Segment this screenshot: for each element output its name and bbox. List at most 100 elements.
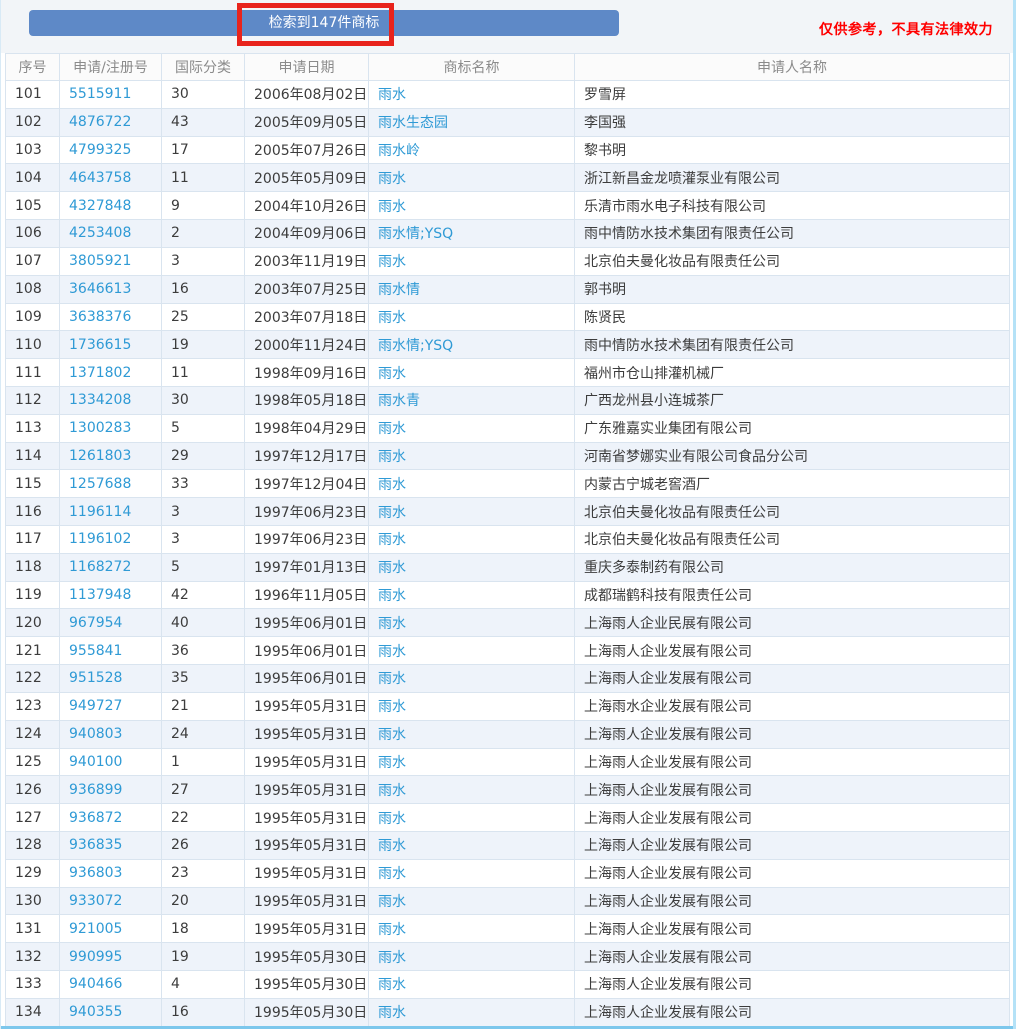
registration-number-link[interactable]: 940355 xyxy=(69,1004,122,1020)
trademark-name-link[interactable]: 雨水 xyxy=(378,755,406,771)
trademark-name-link[interactable]: 雨水 xyxy=(378,588,406,604)
search-result-count-button[interactable]: 检索到147件商标 xyxy=(29,10,619,36)
trademark-name-link[interactable]: 雨水 xyxy=(378,1005,406,1021)
applicant-name-cell: 上海雨人企业发展有限公司 xyxy=(574,636,1010,666)
trademark-name-link[interactable]: 雨水 xyxy=(378,811,406,827)
serial-cell: 123 xyxy=(5,691,60,721)
trademark-name-link[interactable]: 雨水 xyxy=(378,699,406,715)
serial-cell: 102 xyxy=(5,107,60,137)
trademark-name-link[interactable]: 雨水 xyxy=(378,838,406,854)
serial-cell: 120 xyxy=(5,608,60,638)
applicant-name-cell: 上海雨水企业发展有限公司 xyxy=(574,691,1010,721)
serial-cell: 119 xyxy=(5,580,60,610)
serial-cell: 121 xyxy=(5,636,60,666)
table-row: 121 955841 36 1995年06月01日 雨水 上海雨人企业发展有限公司 xyxy=(5,636,1010,666)
trademark-name-link[interactable]: 雨水 xyxy=(378,922,406,938)
trademark-name-link[interactable]: 雨水 xyxy=(378,727,406,743)
registration-number-link[interactable]: 940466 xyxy=(69,976,122,992)
table-row: 110 1736615 19 2000年11月24日 雨水情;YSQ 雨中情防水技术集团有… xyxy=(5,330,1010,360)
registration-number-link[interactable]: 1168272 xyxy=(69,559,131,575)
application-date-cell: 1995年05月31日 xyxy=(244,914,369,944)
registration-number-link[interactable]: 3805921 xyxy=(69,253,131,269)
trademark-name-link-cell: 雨水 xyxy=(368,914,575,944)
trademark-name-link[interactable]: 雨水 xyxy=(378,421,406,437)
registration-number-link[interactable]: 1371802 xyxy=(69,365,131,381)
trademark-name-link[interactable]: 雨水岭 xyxy=(378,143,420,159)
trademark-name-link[interactable]: 雨水 xyxy=(378,254,406,270)
trademark-name-link[interactable]: 雨水 xyxy=(378,310,406,326)
trademark-name-link[interactable]: 雨水 xyxy=(378,616,406,632)
applicant-name-cell: 陈贤民 xyxy=(574,302,1010,332)
registration-number-link[interactable]: 1196114 xyxy=(69,504,131,520)
intl-class-cell: 20 xyxy=(161,886,245,916)
application-date-cell: 2005年09月05日 xyxy=(244,107,369,137)
registration-number-link-cell: 1736615 xyxy=(59,330,162,360)
registration-number-link[interactable]: 990995 xyxy=(69,949,122,965)
registration-number-link[interactable]: 940803 xyxy=(69,726,122,742)
registration-number-link[interactable]: 1300283 xyxy=(69,420,131,436)
trademark-name-link-cell: 雨水 xyxy=(368,413,575,443)
registration-number-link[interactable]: 936872 xyxy=(69,810,122,826)
table-row: 130 933072 20 1995年05月31日 雨水 上海雨人企业发展有限公司 xyxy=(5,886,1010,916)
registration-number-link[interactable]: 940100 xyxy=(69,754,122,770)
trademark-name-link[interactable]: 雨水 xyxy=(378,894,406,910)
applicant-name-cell: 福州市仓山排灌机械厂 xyxy=(574,358,1010,387)
registration-number-link[interactable]: 1736615 xyxy=(69,337,131,353)
trademark-name-link[interactable]: 雨水 xyxy=(378,366,406,382)
registration-number-link[interactable]: 1261803 xyxy=(69,448,131,464)
registration-number-link[interactable]: 4253408 xyxy=(69,225,131,241)
intl-class-cell: 16 xyxy=(161,997,245,1027)
registration-number-link[interactable]: 1196102 xyxy=(69,531,131,547)
registration-number-link[interactable]: 955841 xyxy=(69,643,122,659)
trademark-name-link[interactable]: 雨水 xyxy=(378,783,406,799)
registration-number-link[interactable]: 4643758 xyxy=(69,170,131,186)
registration-number-link[interactable]: 967954 xyxy=(69,615,122,631)
registration-number-link[interactable]: 1137948 xyxy=(69,587,131,603)
intl-class-cell: 16 xyxy=(161,274,245,304)
registration-number-link-cell: 951528 xyxy=(59,664,162,693)
registration-number-link[interactable]: 951528 xyxy=(69,670,122,686)
trademark-name-link[interactable]: 雨水 xyxy=(378,171,406,187)
registration-number-link[interactable]: 936835 xyxy=(69,837,122,853)
registration-number-link[interactable]: 936899 xyxy=(69,782,122,798)
trademark-name-link[interactable]: 雨水 xyxy=(378,199,406,215)
trademark-results-table: 序号 申请/注册号 国际分类 申请日期 商标名称 申请人名称 101 551591… xyxy=(5,53,1010,1027)
registration-number-link[interactable]: 4799325 xyxy=(69,142,131,158)
trademark-name-link[interactable]: 雨水 xyxy=(378,560,406,576)
trademark-name-link[interactable]: 雨水青 xyxy=(378,393,420,409)
applicant-name-cell: 上海雨人企业发展有限公司 xyxy=(574,997,1010,1027)
intl-class-cell: 26 xyxy=(161,830,245,860)
intl-class-cell: 3 xyxy=(161,246,245,276)
registration-number-link[interactable]: 933072 xyxy=(69,893,122,909)
trademark-name-link[interactable]: 雨水 xyxy=(378,950,406,966)
registration-number-link[interactable]: 1257688 xyxy=(69,476,131,492)
registration-number-link-cell: 4327848 xyxy=(59,191,162,221)
trademark-name-link-cell: 雨水 xyxy=(368,719,575,749)
registration-number-link[interactable]: 5515911 xyxy=(69,86,131,102)
applicant-name-cell: 上海雨人企业发展有限公司 xyxy=(574,830,1010,860)
trademark-name-link[interactable]: 雨水 xyxy=(378,977,406,993)
registration-number-link[interactable]: 3646613 xyxy=(69,281,131,297)
trademark-name-link[interactable]: 雨水生态园 xyxy=(378,115,448,131)
registration-number-link[interactable]: 949727 xyxy=(69,698,122,714)
registration-number-link[interactable]: 921005 xyxy=(69,921,122,937)
trademark-name-link[interactable]: 雨水 xyxy=(378,644,406,660)
registration-number-link[interactable]: 3638376 xyxy=(69,309,131,325)
trademark-name-link[interactable]: 雨水 xyxy=(378,87,406,103)
trademark-name-link[interactable]: 雨水情 xyxy=(378,282,420,298)
trademark-name-link[interactable]: 雨水 xyxy=(378,477,406,493)
trademark-name-link[interactable]: 雨水 xyxy=(378,866,406,882)
registration-number-link[interactable]: 936803 xyxy=(69,865,122,881)
registration-number-link-cell: 1300283 xyxy=(59,413,162,443)
trademark-name-link[interactable]: 雨水情;YSQ xyxy=(378,338,453,354)
registration-number-link[interactable]: 4876722 xyxy=(69,114,131,130)
trademark-name-link[interactable]: 雨水 xyxy=(378,671,406,687)
applicant-name-cell: 上海雨人企业发展有限公司 xyxy=(574,803,1010,832)
registration-number-link[interactable]: 1334208 xyxy=(69,392,131,408)
trademark-name-link[interactable]: 雨水 xyxy=(378,532,406,548)
trademark-name-link[interactable]: 雨水情;YSQ xyxy=(378,226,453,242)
application-date-cell: 1995年05月31日 xyxy=(244,719,369,749)
registration-number-link[interactable]: 4327848 xyxy=(69,198,131,214)
trademark-name-link[interactable]: 雨水 xyxy=(378,449,406,465)
trademark-name-link[interactable]: 雨水 xyxy=(378,505,406,521)
